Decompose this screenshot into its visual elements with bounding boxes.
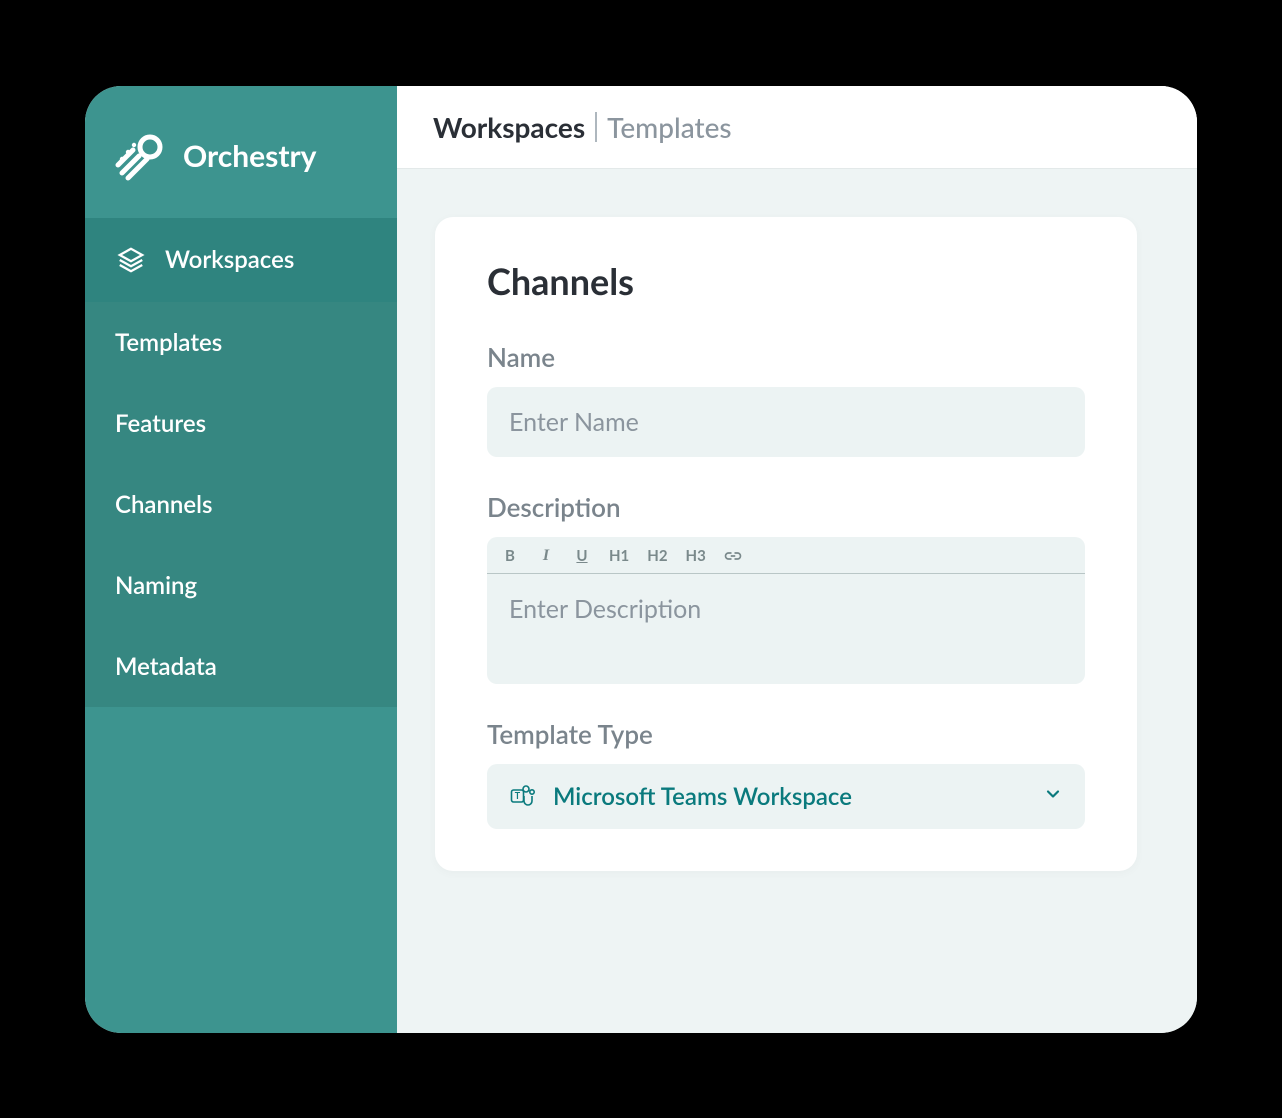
svg-text:T: T	[515, 790, 521, 801]
logo: Orchestry	[85, 86, 397, 218]
field-group-name: Name	[487, 341, 1085, 457]
app-window: Orchestry Workspaces Templates Features …	[85, 86, 1197, 1033]
sidebar-item-label: Channels	[115, 490, 212, 519]
field-group-template-type: Template Type T Microsoft Teams Works	[487, 718, 1085, 829]
underline-button[interactable]: U	[573, 547, 591, 565]
sidebar-item-label: Workspaces	[165, 245, 294, 274]
layers-icon	[115, 244, 147, 276]
h3-button[interactable]: H3	[686, 547, 706, 565]
sidebar-item-templates[interactable]: Templates	[85, 302, 397, 383]
h1-button[interactable]: H1	[609, 547, 629, 565]
breadcrumb-separator	[595, 112, 597, 142]
template-type-label: Template Type	[487, 718, 1085, 750]
h2-button[interactable]: H2	[647, 547, 667, 565]
sidebar-item-channels[interactable]: Channels	[85, 464, 397, 545]
logo-text: Orchestry	[183, 138, 317, 174]
sidebar-item-features[interactable]: Features	[85, 383, 397, 464]
description-editor: B I U H1 H2 H3	[487, 537, 1085, 684]
field-group-description: Description B I U H1 H2 H3	[487, 491, 1085, 684]
sidebar-item-naming[interactable]: Naming	[85, 545, 397, 626]
card-channels: Channels Name Description B I U H1 H2	[435, 217, 1137, 871]
sidebar-item-label: Naming	[115, 571, 197, 600]
sidebar-item-workspaces[interactable]: Workspaces	[85, 218, 397, 302]
template-type-value: Microsoft Teams Workspace	[553, 782, 1027, 811]
description-label: Description	[487, 491, 1085, 523]
sidebar-item-label: Templates	[115, 328, 222, 357]
breadcrumb-primary[interactable]: Workspaces	[433, 110, 585, 144]
chevron-down-icon	[1043, 784, 1063, 808]
sidebar: Orchestry Workspaces Templates Features …	[85, 86, 397, 1033]
breadcrumb-secondary[interactable]: Templates	[607, 110, 731, 144]
name-label: Name	[487, 341, 1085, 373]
description-input[interactable]: Enter Description	[487, 574, 1085, 684]
sidebar-item-metadata[interactable]: Metadata	[85, 626, 397, 707]
main: Workspaces Templates Channels Name Descr…	[397, 86, 1197, 1033]
bold-button[interactable]: B	[501, 547, 519, 565]
teams-icon: T	[509, 782, 537, 810]
editor-toolbar: B I U H1 H2 H3	[487, 537, 1085, 574]
sidebar-item-label: Features	[115, 409, 206, 438]
link-button[interactable]	[724, 547, 742, 565]
logo-icon	[113, 128, 169, 184]
template-type-select[interactable]: T Microsoft Teams Workspace	[487, 764, 1085, 829]
content: Channels Name Description B I U H1 H2	[397, 169, 1197, 1033]
name-input[interactable]	[487, 387, 1085, 457]
breadcrumb: Workspaces Templates	[397, 86, 1197, 169]
italic-button[interactable]: I	[537, 547, 555, 565]
sidebar-item-label: Metadata	[115, 652, 217, 681]
card-title: Channels	[487, 259, 1085, 303]
